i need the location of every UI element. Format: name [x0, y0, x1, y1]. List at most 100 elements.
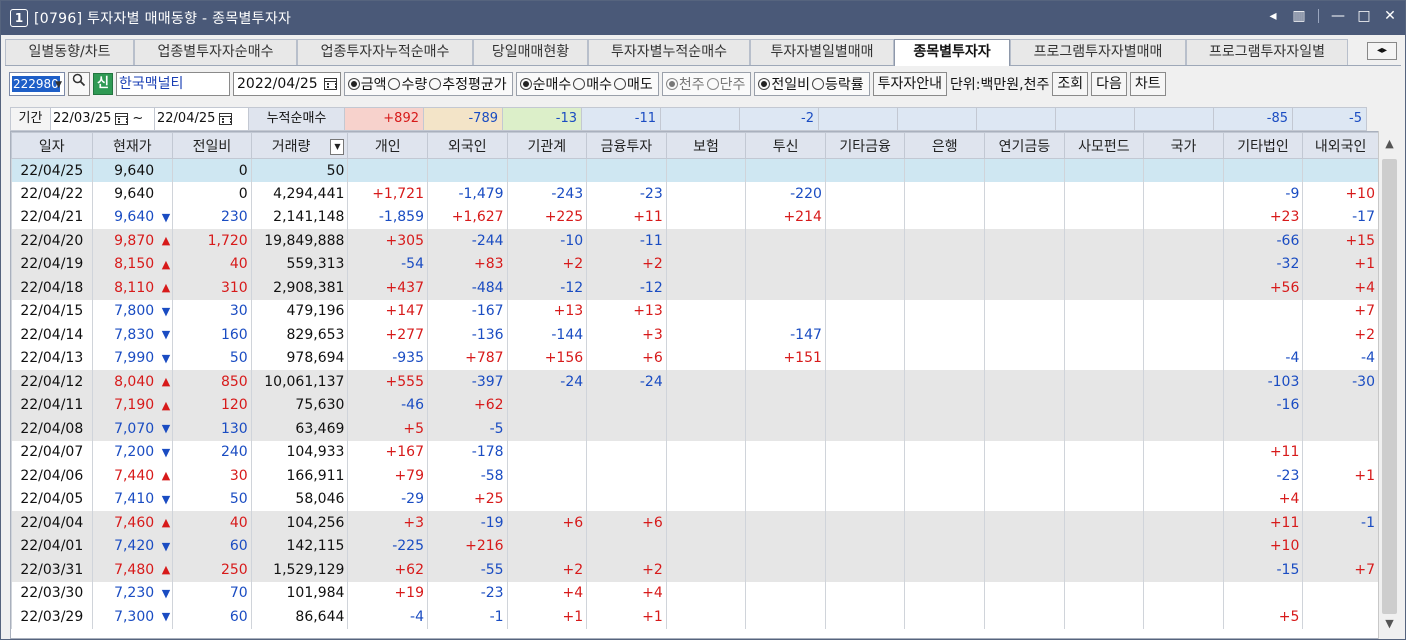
cell-individual-value: +147: [385, 303, 424, 320]
radio-quantity[interactable]: 수량: [388, 74, 427, 94]
date-input[interactable]: 2022/04/25: [233, 72, 341, 96]
chart-button[interactable]: 차트: [1129, 72, 1166, 96]
table-row[interactable]: 22/04/15 7,800 ▼ 30 479,196 +147 -167 +13 +13 +7: [11, 299, 1379, 323]
tab-program-investor-trading[interactable]: 프로그램투자자별매매: [1010, 39, 1186, 65]
header-col-individual[interactable]: 개인: [347, 132, 428, 159]
table-row[interactable]: 22/04/11 7,190 ▲ 120 75,630 -46 +62 -16: [11, 393, 1379, 417]
period-to-input[interactable]: 22/04/25: [154, 107, 248, 131]
cell-bank: [904, 323, 986, 347]
table-row[interactable]: 22/04/12 8,040 ▲ 850 10,061,137 +555 -397 -24 -2…: [11, 370, 1379, 394]
table-row[interactable]: 22/04/13 7,990 ▼ 50 978,694 -935 +787 +156 +6 +15…: [11, 346, 1379, 370]
cell-insurance: [665, 511, 747, 535]
cell-private-fund: [1063, 487, 1145, 511]
header-col-private-fund[interactable]: 사모펀드: [1063, 132, 1145, 159]
cell-financial-value: +2: [642, 561, 663, 578]
period-from-input[interactable]: 22/03/25 ~: [50, 107, 154, 131]
table-row[interactable]: 22/04/22 9,640 0 4,294,441 +1,721 -1,479 -243 -…: [11, 182, 1379, 206]
table-row[interactable]: 22/04/04 7,460 ▲ 40 104,256 +3 -19 +6 +6 +11 -1: [11, 511, 1379, 535]
minimize-icon[interactable]: —: [1331, 8, 1345, 24]
table-row[interactable]: 22/03/29 7,300 ▼ 60 86,644 -4 -1 +1 +1 +5: [11, 605, 1379, 629]
table-row[interactable]: 22/04/25 9,640 0 50: [11, 158, 1379, 182]
cell-foreign: +1,627: [427, 205, 508, 229]
table-row[interactable]: 22/03/30 7,230 ▼ 70 101,984 +19 -23 +4 +4: [11, 581, 1379, 605]
next-button[interactable]: 다음: [1091, 72, 1127, 96]
collapse-left-icon[interactable]: ◂: [1266, 8, 1280, 24]
table-row[interactable]: 22/04/08 7,070 ▼ 130 63,469 +5 -5: [11, 417, 1379, 441]
cell-change: 850: [172, 370, 252, 394]
header-col-government[interactable]: 국가: [1143, 132, 1224, 159]
cell-other-finance: [824, 370, 906, 394]
cell-private-fund: [1063, 158, 1145, 182]
header-col-foreign[interactable]: 외국인: [427, 132, 508, 159]
vertical-scrollbar[interactable]: ▲ ▼: [1378, 131, 1400, 639]
header-col-date[interactable]: 일자: [11, 132, 93, 159]
scroll-up-icon[interactable]: ▲: [1379, 137, 1400, 155]
header-col-financial[interactable]: 금융투자: [586, 132, 667, 159]
table-row[interactable]: 22/04/21 9,640 ▼ 230 2,141,148 -1,859 +1,627 +2…: [11, 205, 1379, 229]
header-col-other-corp[interactable]: 기타법인: [1222, 132, 1304, 159]
cell-government: [1143, 558, 1224, 582]
sort-dropdown-icon[interactable]: ▼: [330, 138, 345, 155]
table-row[interactable]: 22/04/01 7,420 ▼ 60 142,115 -225 +216 +10: [11, 534, 1379, 558]
tab-sector-cumulative-net-buy[interactable]: 업종투자자누적순매수: [297, 39, 473, 65]
close-icon[interactable]: ✕: [1383, 8, 1397, 24]
header-col-trust[interactable]: 투신: [745, 132, 826, 159]
scroll-thumb[interactable]: [1382, 159, 1397, 614]
investor-grid[interactable]: 일자 현재가 전일비 거래량 ▼ 개인 외국인 기관계 금융투자 보험 투신 기타금융 은행 연기금등 사모…: [10, 131, 1400, 639]
calendar-icon[interactable]: [219, 113, 233, 125]
tab-stock-investor[interactable]: 종목별투자자: [894, 39, 1010, 66]
scroll-down-icon[interactable]: ▼: [1379, 617, 1400, 635]
radio-estimated-avg-price[interactable]: 추정평균가: [429, 74, 507, 94]
tab-investor-cumulative-net-buy[interactable]: 투자자별누적순매수: [588, 39, 750, 65]
table-row[interactable]: 22/04/14 7,830 ▼ 160 829,653 +277 -136 -144 +3 -1…: [11, 323, 1379, 347]
header-col-pension[interactable]: 연기금등: [984, 132, 1065, 159]
maximize-icon[interactable]: □: [1357, 8, 1371, 24]
cell-bank: [904, 417, 986, 441]
credit-badge[interactable]: 신: [93, 73, 113, 95]
header-col-change[interactable]: 전일비: [172, 132, 252, 159]
tab-scroll-arrows-icon[interactable]: ◂▸: [1367, 42, 1397, 60]
cell-financial: [586, 464, 667, 488]
table-row[interactable]: 22/04/18 8,110 ▲ 310 2,908,381 +437 -484 -12 -12…: [11, 276, 1379, 300]
radio-change-rate[interactable]: 등락률: [811, 74, 864, 94]
cell-date-value: 22/04/01: [20, 538, 84, 555]
layout-icon[interactable]: ▥: [1292, 8, 1306, 24]
calendar-icon[interactable]: [323, 78, 337, 90]
table-row[interactable]: 22/04/05 7,410 ▼ 50 58,046 -29 +25 +4: [11, 487, 1379, 511]
radio-prev-day[interactable]: 전일비: [758, 74, 810, 94]
tab-daily-trend[interactable]: 일별동향/차트: [5, 39, 134, 65]
table-row[interactable]: 22/04/20 9,870 ▲ 1,720 19,849,888 +305 -244 -10…: [11, 229, 1379, 253]
calendar-icon[interactable]: [115, 113, 129, 125]
stock-code-input[interactable]: 222980 ▼: [9, 72, 65, 96]
header-col-insurance[interactable]: 보험: [665, 132, 747, 159]
radio-thousand-shares[interactable]: 천주: [665, 74, 705, 94]
table-row[interactable]: 22/03/31 7,480 ▲ 250 1,529,129 +62 -55 +2 +2 -15 +…: [11, 558, 1379, 582]
tab-investor-daily-trading[interactable]: 투자자별일별매매: [750, 39, 894, 65]
title-bar[interactable]: 1 [0796] 투자자별 매매동향 - 종목별투자자 ◂ ▥ — □ ✕: [1, 1, 1405, 35]
cell-trust: [745, 464, 826, 488]
header-col-volume[interactable]: 거래량 ▼: [250, 132, 349, 159]
chevron-down-icon[interactable]: ▼: [55, 80, 62, 90]
radio-amount[interactable]: 금액: [347, 74, 386, 94]
header-col-domestic-foreign[interactable]: 내외국인: [1302, 132, 1379, 159]
table-row[interactable]: 22/04/07 7,200 ▼ 240 104,933 +167 -178 +11: [11, 440, 1379, 464]
search-icon[interactable]: [68, 72, 90, 96]
tab-program-investor-daily[interactable]: 프로그램투자자일별: [1186, 39, 1348, 65]
header-col-institution[interactable]: 기관계: [506, 132, 588, 159]
tab-daily-trading-status[interactable]: 당일매매현황: [473, 39, 588, 65]
radio-buy[interactable]: 매수: [573, 74, 612, 94]
cell-other-finance: [824, 534, 906, 558]
table-row[interactable]: 22/04/19 8,150 ▲ 40 559,313 -54 +83 +2 +2 -32 +1: [11, 252, 1379, 276]
cell-trust: [745, 229, 826, 253]
query-button[interactable]: 조회: [1052, 72, 1089, 96]
tab-sector-investor-net-buy[interactable]: 업종별투자자순매수: [134, 39, 297, 65]
radio-net-buy[interactable]: 순매수: [519, 74, 571, 94]
header-col-bank[interactable]: 은행: [904, 132, 986, 159]
radio-sell[interactable]: 매도: [614, 74, 653, 94]
radio-single-shares[interactable]: 단주: [706, 74, 745, 94]
header-col-price[interactable]: 현재가: [91, 132, 174, 159]
cell-foreign: -19: [427, 511, 508, 535]
investor-guide-button[interactable]: 투자자안내: [872, 72, 948, 96]
table-row[interactable]: 22/04/06 7,440 ▲ 30 166,911 +79 -58 -23 +1: [11, 464, 1379, 488]
header-col-other-finance[interactable]: 기타금융: [824, 132, 906, 159]
